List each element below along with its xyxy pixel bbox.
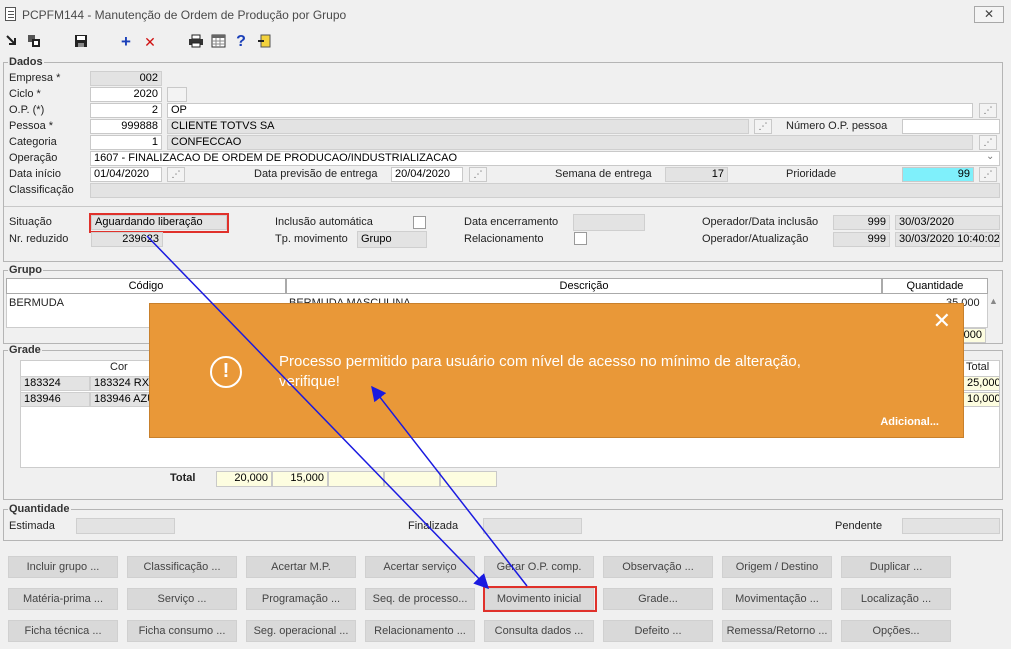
arrow-movimento-to-message <box>371 385 528 587</box>
annotation-arrows <box>146 235 528 590</box>
arrow-situacao-to-movimento <box>146 235 490 590</box>
